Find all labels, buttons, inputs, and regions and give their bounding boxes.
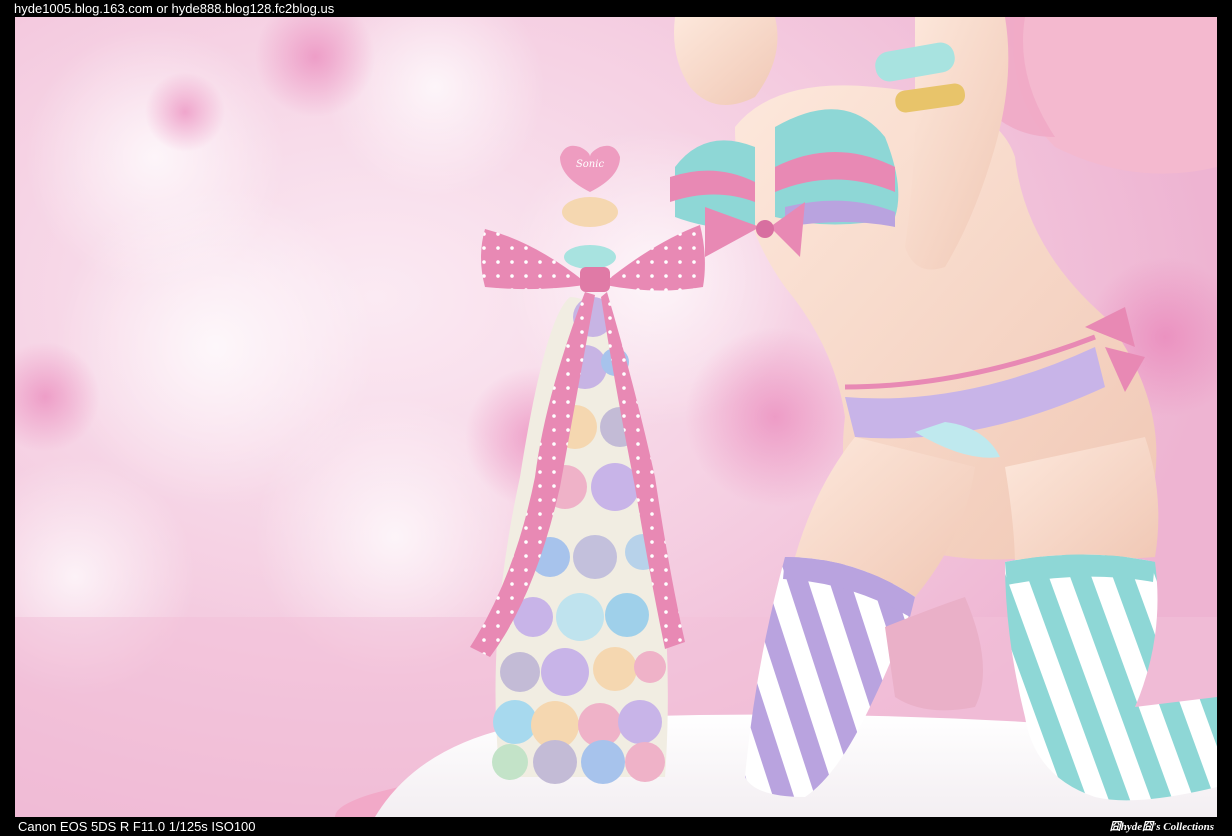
macaron — [618, 700, 662, 744]
macaron — [556, 593, 604, 641]
heart-topper-text: Sonic — [576, 159, 605, 170]
chest-bow-knot — [756, 220, 774, 238]
topper-macaron — [564, 245, 616, 269]
topper-macaron — [562, 197, 618, 227]
watermark-text: 囧hyde囧's Collections — [1109, 821, 1214, 833]
macaron — [605, 593, 649, 637]
macaron — [593, 647, 637, 691]
photo: Sonic — [15, 17, 1217, 817]
blog-url-caption: hyde1005.blog.163.com or hyde888.blog128… — [14, 1, 335, 16]
macaron — [500, 652, 540, 692]
bokeh-pink — [145, 72, 225, 152]
photo-illustration: Sonic — [15, 17, 1217, 817]
macaron — [573, 535, 617, 579]
macaron — [493, 700, 537, 744]
macaron — [533, 740, 577, 784]
macaron — [634, 651, 666, 683]
macaron — [541, 648, 589, 696]
macaron — [625, 742, 665, 782]
macaron — [492, 744, 528, 780]
macaron — [581, 740, 625, 784]
bow-knot — [580, 267, 610, 292]
camera-info-caption: Canon EOS 5DS R F11.0 1/125s ISO100 — [18, 819, 256, 834]
